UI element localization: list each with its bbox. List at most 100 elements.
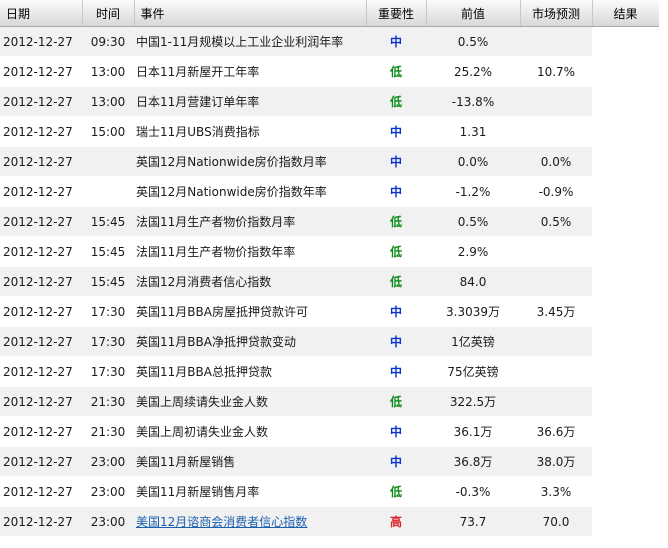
row-forecast [520,266,592,297]
row-date: 2012-12-27 [0,416,82,447]
row-importance-badge: 低 [366,86,426,117]
row-importance-badge: 低 [366,386,426,417]
row-previous: -13.8% [426,86,520,117]
row-forecast [520,326,592,357]
row-time: 09:30 [82,26,134,57]
row-event: 英国12月Nationwide房价指数年率 [134,176,366,207]
row-event: 美国上周初请失业金人数 [134,416,366,447]
row-result [592,416,659,447]
row-event: 日本11月营建订单年率 [134,86,366,117]
column-header-date[interactable]: 日期 [0,0,83,27]
table-body: 2012-12-27 09:30 中国1-11月规模以上工业企业利润年率中 0.5% 2… [0,26,659,537]
row-event: 美国11月新屋销售 [134,446,366,477]
event-link[interactable]: 美国12月谘商会消费者信心指数 [136,515,307,529]
row-event: 中国1-11月规模以上工业企业利润年率 [134,26,366,57]
row-previous: 25.2% [426,56,520,87]
row-time [82,176,134,207]
row-time: 15:45 [82,236,134,267]
row-forecast: 0.5% [520,206,592,237]
row-previous: 36.1万 [426,416,520,447]
row-importance-badge: 中 [366,326,426,357]
row-date: 2012-12-27 [0,506,82,537]
table-row[interactable]: 2012-12-27 23:00 美国12月谘商会消费者信心指数 高 73.7 70.0 [0,506,659,537]
row-event: 美国上周续请失业金人数 [134,386,366,417]
row-time: 23:00 [82,446,134,477]
row-result [592,236,659,267]
row-event: 英国11月BBA房屋抵押贷款许可 [134,296,366,327]
table-row[interactable]: 2012-12-27 23:00 美国11月新屋销售中 36.8万 38.0万 [0,446,659,477]
column-header-previous[interactable]: 前值 [426,0,521,27]
row-event: 日本11月新屋开工年率 [134,56,366,87]
row-date: 2012-12-27 [0,146,82,177]
table-row[interactable]: 2012-12-27 英国12月Nationwide房价指数年率中 -1.2% -0.… [0,176,659,207]
table-row[interactable]: 2012-12-27 17:30 英国11月BBA总抵押贷款中 75亿英镑 [0,356,659,387]
row-importance-badge: 低 [366,236,426,267]
row-previous: 1亿英镑 [426,326,520,357]
row-forecast [520,86,592,117]
table-row[interactable]: 2012-12-27 13:00 日本11月营建订单年率低 -13.8% [0,86,659,117]
table-row[interactable]: 2012-12-27 15:45 法国11月生产者物价指数月率低 0.5% 0.5% [0,206,659,237]
header-row: 日期 时间 事件 重要性 前值 市场预测 结果 [0,0,659,27]
row-result [592,26,659,57]
row-previous: 0.0% [426,146,520,177]
table-row[interactable]: 2012-12-27 23:00 美国11月新屋销售月率低 -0.3% 3.3% [0,476,659,507]
table-row[interactable]: 2012-12-27 09:30 中国1-11月规模以上工业企业利润年率中 0.5% [0,26,659,57]
table-row[interactable]: 2012-12-27 英国12月Nationwide房价指数月率中 0.0% 0.0% [0,146,659,177]
row-result [592,56,659,87]
table-row[interactable]: 2012-12-27 15:45 法国12月消费者信心指数低 84.0 [0,266,659,297]
row-forecast: 70.0 [520,506,592,537]
row-importance-badge: 中 [366,356,426,387]
row-previous: 2.9% [426,236,520,267]
row-time: 15:00 [82,116,134,147]
table-row[interactable]: 2012-12-27 21:30 美国上周初请失业金人数中 36.1万 36.6万 [0,416,659,447]
column-header-event[interactable]: 事件 [134,0,367,27]
row-forecast: 0.0% [520,146,592,177]
table-row[interactable]: 2012-12-27 15:00 瑞士11月UBS消费指标中 1.31 [0,116,659,147]
row-event: 美国11月新屋销售月率 [134,476,366,507]
row-forecast [520,26,592,57]
row-date: 2012-12-27 [0,236,82,267]
row-result [592,446,659,477]
row-time: 17:30 [82,356,134,387]
row-forecast [520,386,592,417]
row-date: 2012-12-27 [0,296,82,327]
row-previous: -0.3% [426,476,520,507]
row-importance-badge: 中 [366,26,426,57]
row-event[interactable]: 美国12月谘商会消费者信心指数 [134,506,366,537]
row-previous: 3.3039万 [426,296,520,327]
row-importance-badge: 低 [366,56,426,87]
row-event: 法国12月消费者信心指数 [134,266,366,297]
table-row[interactable]: 2012-12-27 15:45 法国11月生产者物价指数年率低 2.9% [0,236,659,267]
row-importance-badge: 低 [366,206,426,237]
column-header-time[interactable]: 时间 [82,0,135,27]
row-date: 2012-12-27 [0,26,82,57]
row-forecast: 3.3% [520,476,592,507]
row-time: 17:30 [82,326,134,357]
row-forecast [520,356,592,387]
table-row[interactable]: 2012-12-27 13:00 日本11月新屋开工年率低 25.2% 10.7% [0,56,659,87]
row-result [592,296,659,327]
row-result [592,206,659,237]
row-event: 法国11月生产者物价指数月率 [134,206,366,237]
row-result [592,506,659,537]
table-row[interactable]: 2012-12-27 17:30 英国11月BBA净抵押贷款变动中 1亿英镑 [0,326,659,357]
row-importance-badge: 低 [366,476,426,507]
table-row[interactable]: 2012-12-27 21:30 美国上周续请失业金人数低 322.5万 [0,386,659,417]
economic-calendar: 日期 时间 事件 重要性 前值 市场预测 结果 2012-12-27 09:30 中… [0,0,659,543]
row-date: 2012-12-27 [0,116,82,147]
row-previous: 322.5万 [426,386,520,417]
column-header-importance[interactable]: 重要性 [366,0,427,27]
row-importance-badge: 中 [366,116,426,147]
row-event: 瑞士11月UBS消费指标 [134,116,366,147]
row-time: 23:00 [82,476,134,507]
column-header-result[interactable]: 结果 [592,0,659,27]
row-time: 23:00 [82,506,134,537]
row-date: 2012-12-27 [0,176,82,207]
table-row[interactable]: 2012-12-27 17:30 英国11月BBA房屋抵押贷款许可中 3.3039万 3… [0,296,659,327]
row-date: 2012-12-27 [0,206,82,237]
row-event: 英国11月BBA总抵押贷款 [134,356,366,387]
row-previous: 75亿英镑 [426,356,520,387]
column-header-forecast[interactable]: 市场预测 [520,0,593,27]
row-importance-badge: 中 [366,176,426,207]
row-time [82,146,134,177]
